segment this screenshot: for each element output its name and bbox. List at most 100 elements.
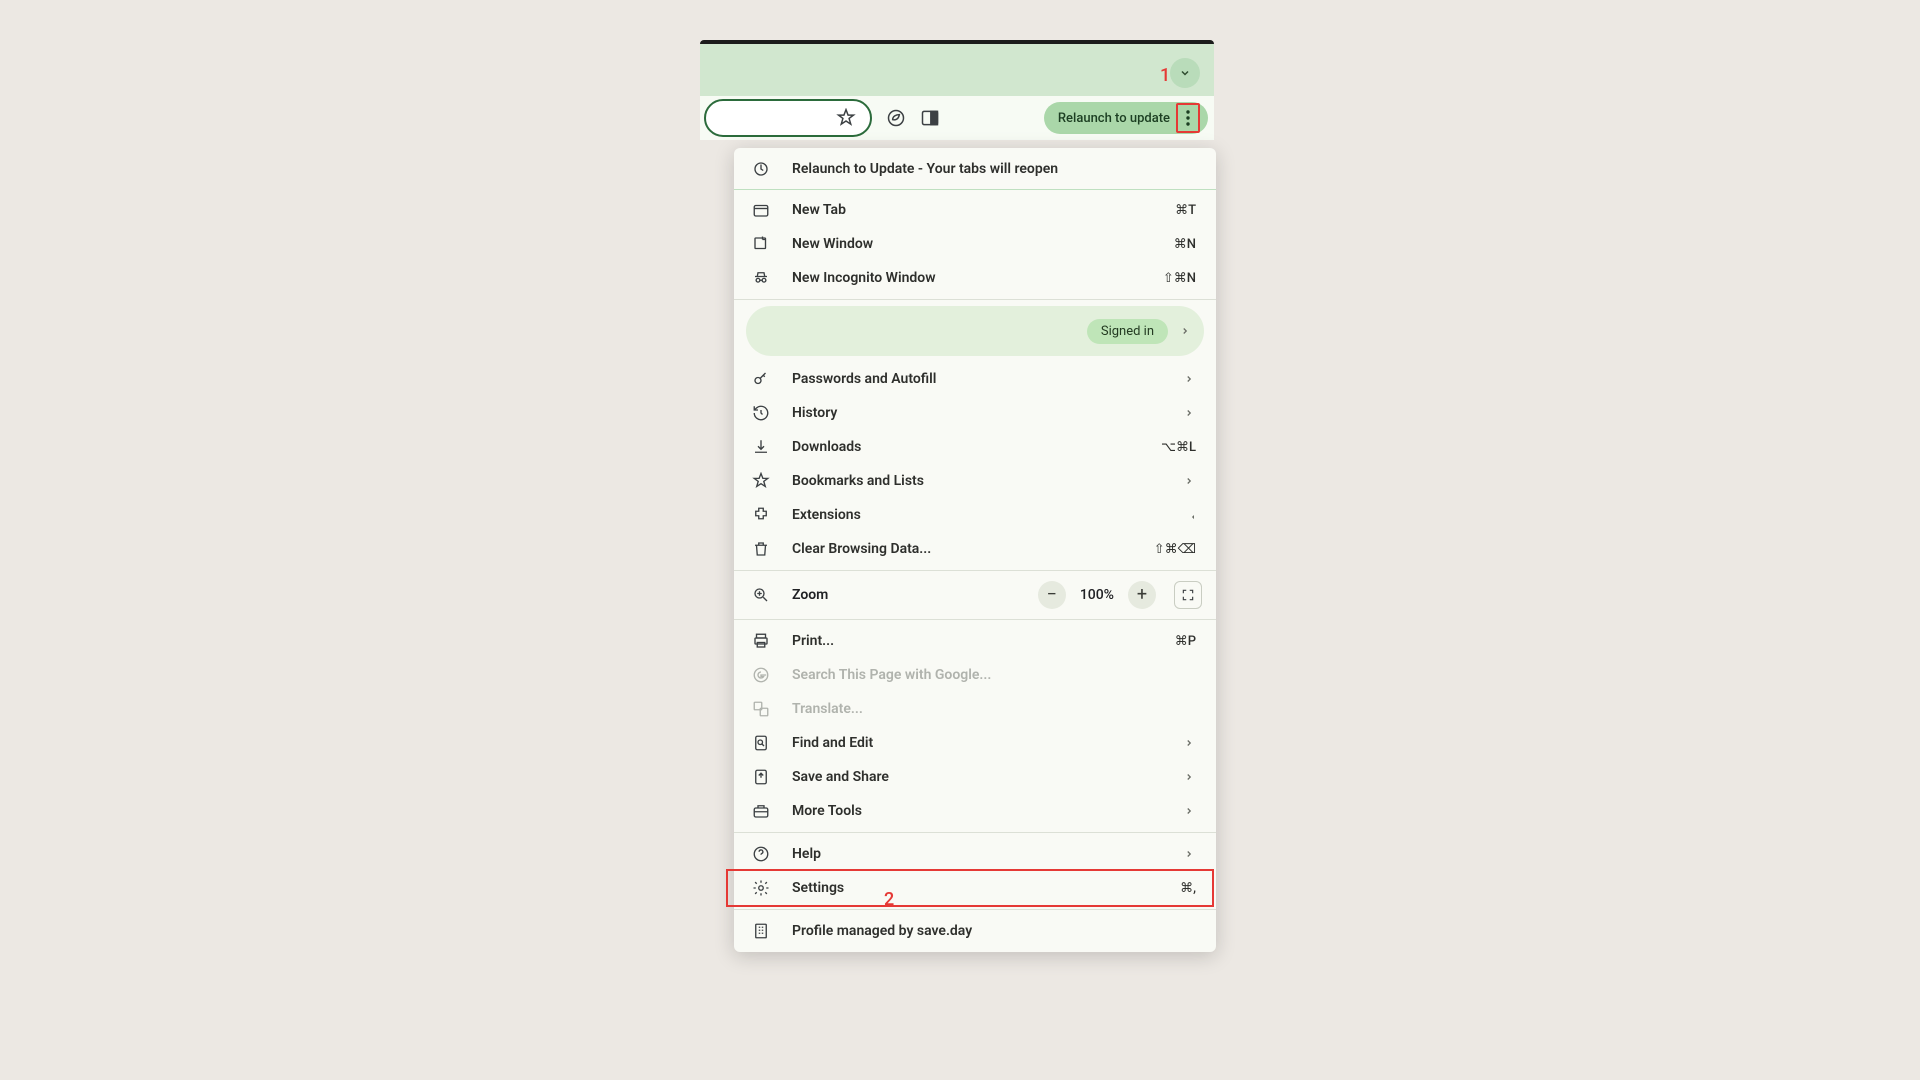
menu-shortcut: ⇧⌘N bbox=[1163, 271, 1196, 286]
toolbox-icon bbox=[750, 802, 772, 820]
menu-profile-row[interactable]: Signed in bbox=[746, 306, 1204, 356]
menu-shortcut: ⌥⌘L bbox=[1161, 440, 1196, 455]
tab-list-button[interactable] bbox=[1170, 58, 1200, 88]
menu-more-tools[interactable]: More Tools bbox=[734, 794, 1216, 828]
find-icon bbox=[750, 734, 772, 752]
zoom-icon bbox=[750, 586, 772, 604]
tab-strip bbox=[700, 44, 1214, 96]
kebab-icon bbox=[1186, 110, 1190, 126]
menu-divider bbox=[734, 909, 1216, 910]
menu-label: New Tab bbox=[792, 202, 1155, 218]
chevron-right-icon bbox=[1182, 510, 1196, 520]
menu-label: Relaunch to Update - Your tabs will reop… bbox=[792, 161, 1196, 177]
menu-shortcut: ⇧⌘⌫ bbox=[1154, 542, 1196, 557]
menu-shortcut: ⌘T bbox=[1175, 203, 1196, 218]
chevron-right-icon bbox=[1182, 738, 1196, 748]
relaunch-update-chip[interactable]: Relaunch to update bbox=[1044, 102, 1208, 134]
chevron-right-icon bbox=[1182, 476, 1196, 486]
menu-label: Find and Edit bbox=[792, 735, 1162, 751]
browser-window: Relaunch to update bbox=[700, 40, 1214, 140]
menu-save-share[interactable]: Save and Share bbox=[734, 760, 1216, 794]
menu-zoom: Zoom − 100% + bbox=[734, 575, 1216, 615]
chevron-down-icon bbox=[1179, 67, 1191, 79]
gear-icon bbox=[750, 879, 772, 897]
menu-divider bbox=[734, 570, 1216, 571]
sidepanel-icon[interactable] bbox=[920, 108, 940, 128]
menu-label: Profile managed by save.day bbox=[792, 923, 1196, 939]
menu-extensions[interactable]: Extensions bbox=[734, 498, 1216, 532]
google-icon bbox=[750, 666, 772, 684]
refresh-icon bbox=[750, 160, 772, 178]
new-tab-icon bbox=[750, 201, 772, 219]
menu-downloads[interactable]: Downloads ⌥⌘L bbox=[734, 430, 1216, 464]
menu-label: More Tools bbox=[792, 803, 1162, 819]
signed-in-chip: Signed in bbox=[1087, 319, 1168, 344]
menu-print[interactable]: Print... ⌘P bbox=[734, 624, 1216, 658]
menu-bookmarks[interactable]: Bookmarks and Lists bbox=[734, 464, 1216, 498]
star-icon bbox=[750, 472, 772, 490]
menu-new-tab[interactable]: New Tab ⌘T bbox=[734, 193, 1216, 227]
menu-help[interactable]: Help bbox=[734, 837, 1216, 871]
menu-translate: Translate... bbox=[734, 692, 1216, 726]
chrome-menu-dropdown: Relaunch to Update - Your tabs will reop… bbox=[734, 148, 1216, 952]
trash-icon bbox=[750, 540, 772, 558]
menu-label: Extensions bbox=[792, 507, 1162, 523]
history-icon bbox=[750, 404, 772, 422]
menu-label: History bbox=[792, 405, 1162, 421]
new-window-icon bbox=[750, 235, 772, 253]
menu-relaunch-update[interactable]: Relaunch to Update - Your tabs will reop… bbox=[734, 152, 1216, 186]
menu-label: Clear Browsing Data... bbox=[792, 541, 1134, 557]
menu-clear-data[interactable]: Clear Browsing Data... ⇧⌘⌫ bbox=[734, 532, 1216, 566]
browser-toolbar: Relaunch to update bbox=[700, 96, 1214, 140]
menu-settings[interactable]: Settings ⌘, bbox=[734, 871, 1216, 905]
menu-label: New Incognito Window bbox=[792, 270, 1143, 286]
menu-new-window[interactable]: New Window ⌘N bbox=[734, 227, 1216, 261]
menu-label: Passwords and Autofill bbox=[792, 371, 1162, 387]
zoom-out-button[interactable]: − bbox=[1038, 581, 1066, 609]
menu-divider bbox=[734, 299, 1216, 300]
menu-label: Search This Page with Google... bbox=[792, 667, 1196, 683]
menu-managed-profile[interactable]: Profile managed by save.day bbox=[734, 914, 1216, 948]
menu-label: Zoom bbox=[792, 587, 1018, 603]
menu-divider bbox=[734, 189, 1216, 190]
bookmark-star-icon[interactable] bbox=[836, 108, 856, 128]
relaunch-chip-label: Relaunch to update bbox=[1058, 111, 1170, 126]
annotation-2: 2 bbox=[884, 889, 894, 910]
chevron-right-icon bbox=[1182, 772, 1196, 782]
chevron-right-icon bbox=[1182, 849, 1196, 859]
menu-label: Settings bbox=[792, 880, 1160, 896]
translate-icon bbox=[750, 700, 772, 718]
menu-shortcut: ⌘, bbox=[1180, 881, 1196, 896]
menu-shortcut: ⌘P bbox=[1175, 634, 1196, 649]
print-icon bbox=[750, 632, 772, 650]
menu-divider bbox=[734, 619, 1216, 620]
menu-label: Help bbox=[792, 846, 1162, 862]
profile-blurred-area bbox=[746, 306, 1075, 356]
menu-shortcut: ⌘N bbox=[1174, 237, 1196, 252]
share-icon bbox=[750, 768, 772, 786]
key-icon bbox=[750, 370, 772, 388]
incognito-icon bbox=[750, 269, 772, 287]
menu-label: Translate... bbox=[792, 701, 1196, 717]
menu-label: Print... bbox=[792, 633, 1155, 649]
menu-label: Bookmarks and Lists bbox=[792, 473, 1162, 489]
extension-icon bbox=[750, 506, 772, 524]
menu-label: Downloads bbox=[792, 439, 1141, 455]
chrome-menu-button[interactable] bbox=[1176, 103, 1200, 133]
zoom-in-button[interactable]: + bbox=[1128, 581, 1156, 609]
menu-passwords[interactable]: Passwords and Autofill bbox=[734, 362, 1216, 396]
menu-incognito[interactable]: New Incognito Window ⇧⌘N bbox=[734, 261, 1216, 295]
fullscreen-icon bbox=[1181, 588, 1195, 602]
address-bar[interactable] bbox=[704, 99, 872, 137]
fullscreen-button[interactable] bbox=[1174, 581, 1202, 609]
download-icon bbox=[750, 438, 772, 456]
menu-history[interactable]: History bbox=[734, 396, 1216, 430]
building-icon bbox=[750, 922, 772, 940]
annotation-1: 1 bbox=[1160, 65, 1170, 86]
leaf-icon[interactable] bbox=[886, 108, 906, 128]
menu-find-edit[interactable]: Find and Edit bbox=[734, 726, 1216, 760]
chevron-right-icon bbox=[1182, 806, 1196, 816]
chevron-right-icon bbox=[1180, 326, 1190, 336]
menu-divider bbox=[734, 832, 1216, 833]
chevron-right-icon bbox=[1182, 408, 1196, 418]
